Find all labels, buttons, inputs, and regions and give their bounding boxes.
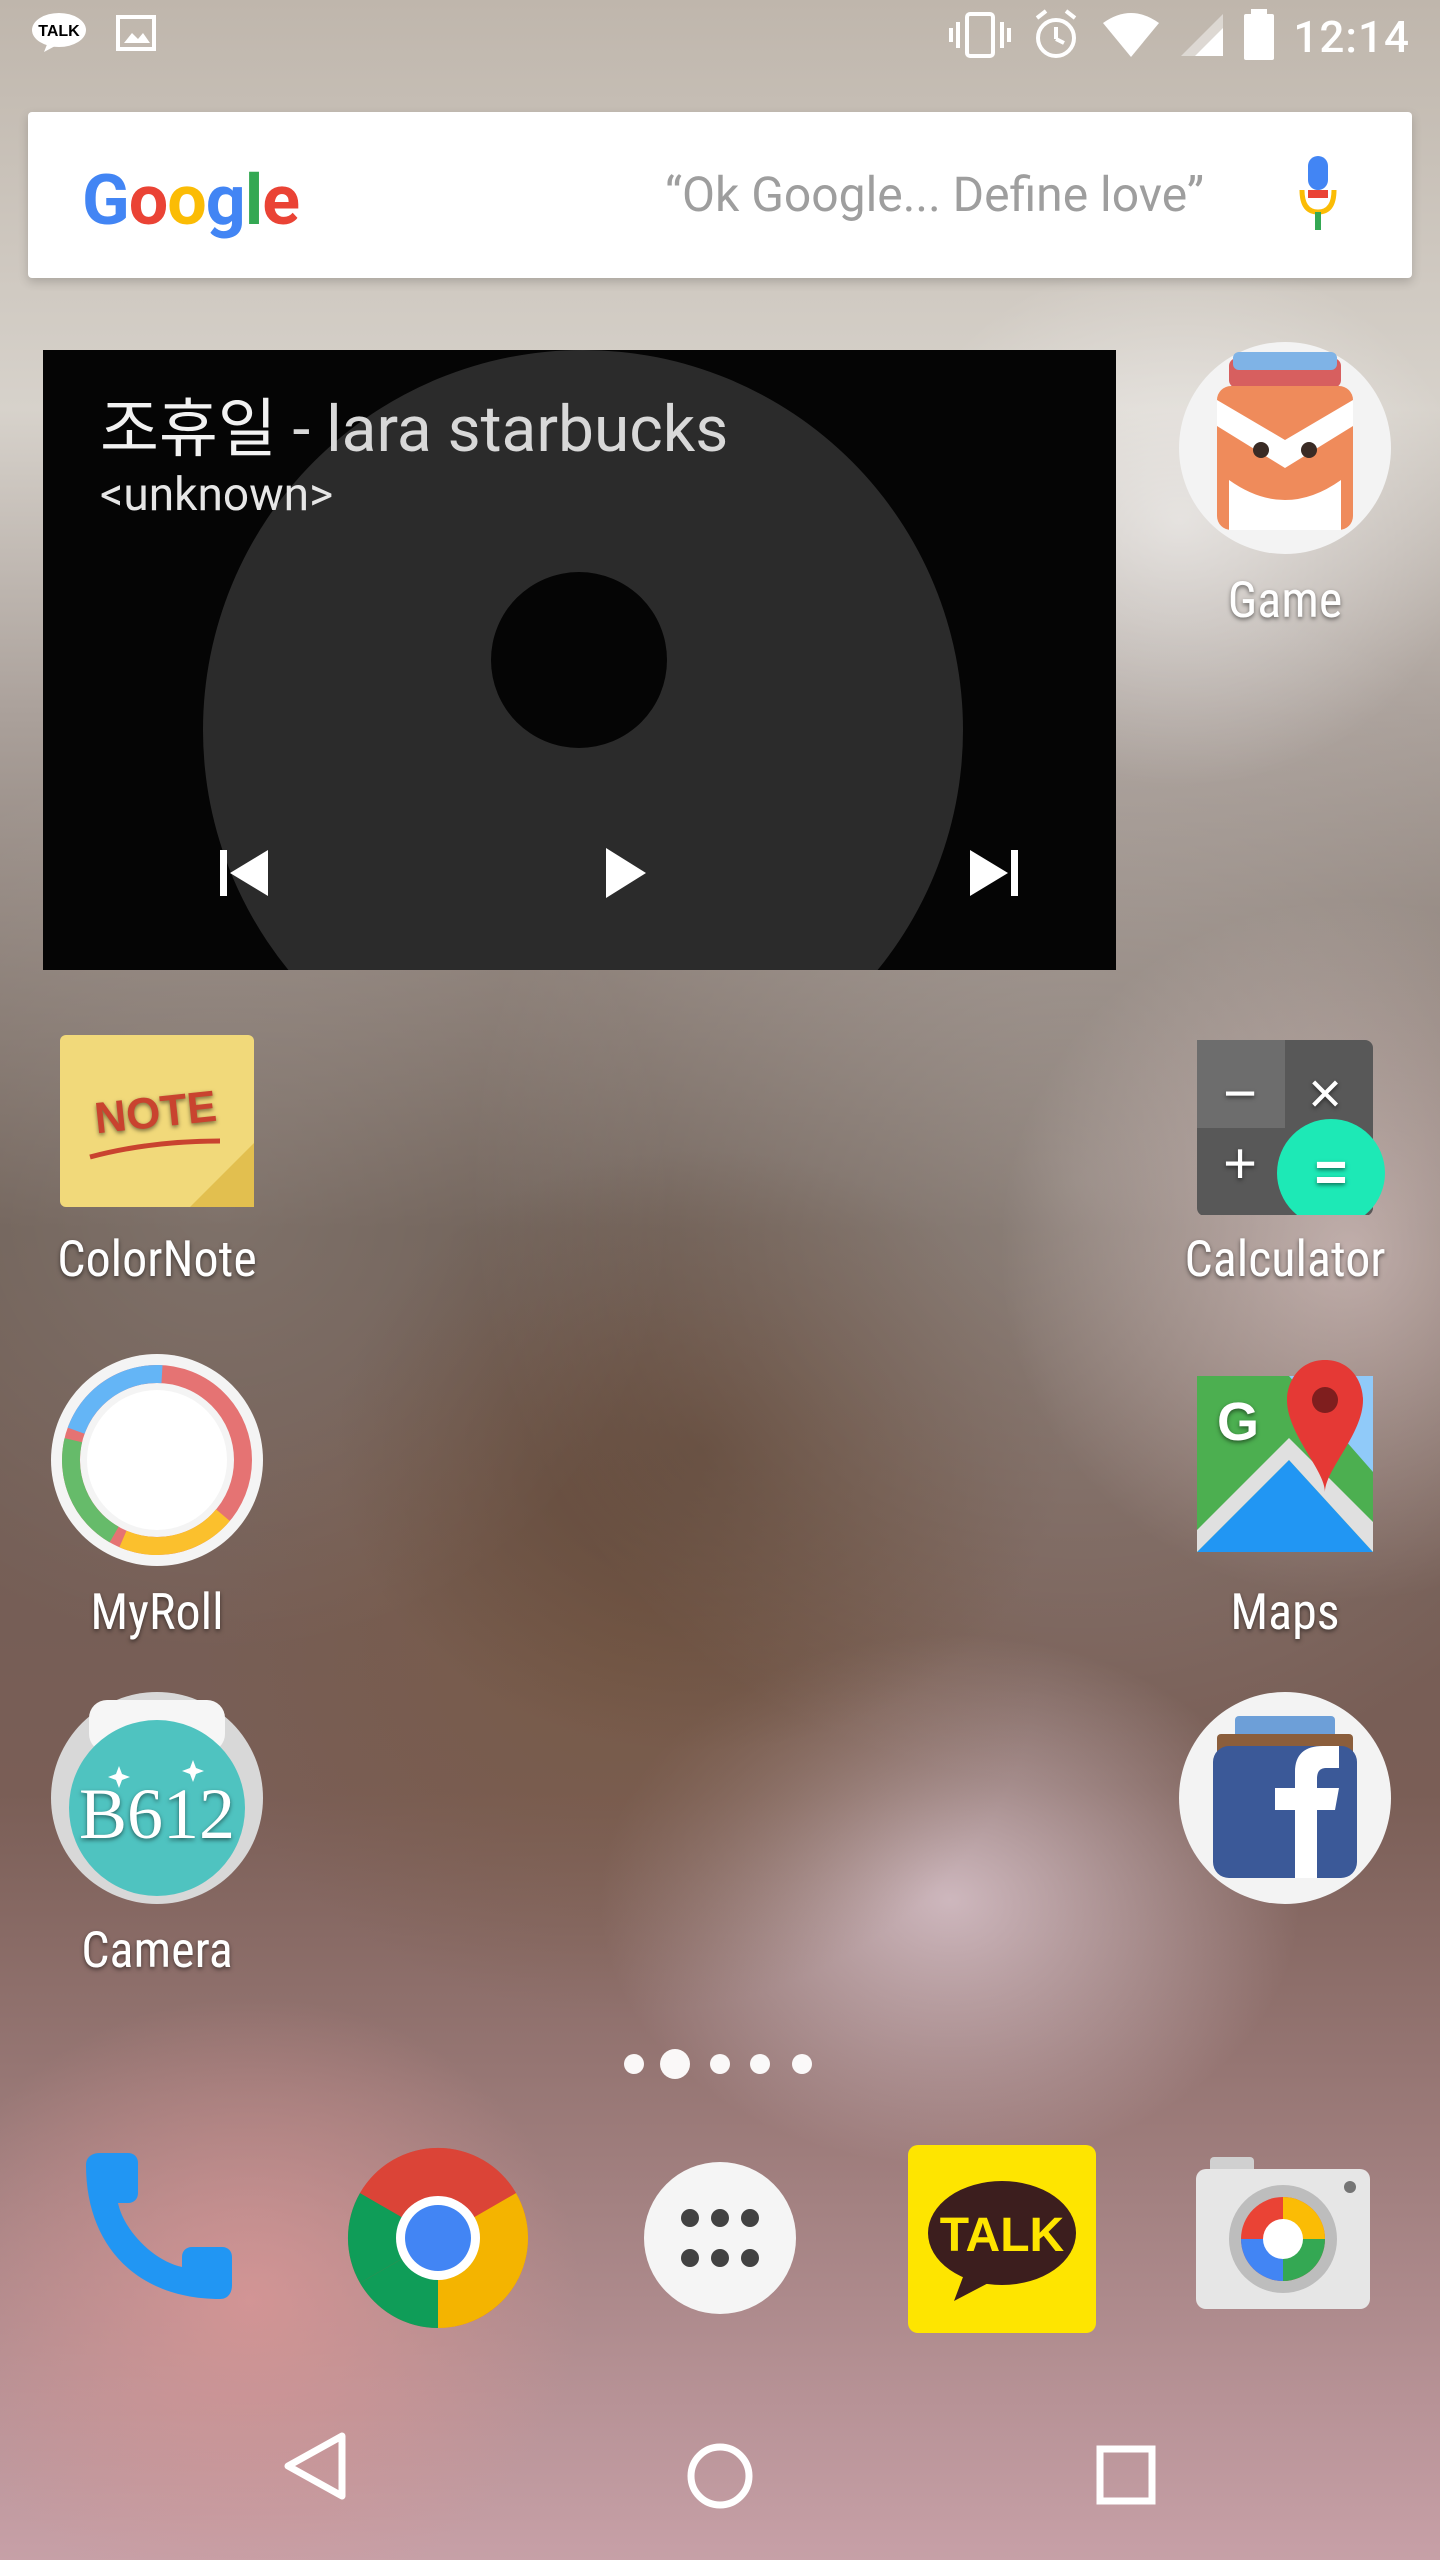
app-label-game: Game xyxy=(1227,572,1343,630)
song-title: 조휴일 xyxy=(100,392,277,467)
app-calculator[interactable]: − × + = Calculator xyxy=(1175,1025,1395,1289)
previous-track-button[interactable] xyxy=(210,838,280,908)
skip-next-icon xyxy=(970,850,1018,896)
song-title-line: 조휴일 - lara starbucks xyxy=(100,378,728,470)
status-right: 12:14 xyxy=(949,8,1410,66)
alarm-icon xyxy=(1029,8,1083,66)
b612-camera-icon: B612 xyxy=(49,1690,265,1906)
app-drawer-icon xyxy=(644,2162,796,2314)
wifi-icon xyxy=(1101,11,1161,63)
recents-icon xyxy=(1096,2445,1156,2505)
play-icon xyxy=(606,848,646,898)
next-track-button[interactable] xyxy=(958,838,1028,908)
app-game[interactable]: Game xyxy=(1175,340,1395,630)
svg-text:TALK: TALK xyxy=(38,23,80,40)
app-label-myroll: MyRoll xyxy=(90,1584,224,1642)
page-dot-5[interactable] xyxy=(792,2054,812,2074)
app-camera[interactable]: B612 Camera xyxy=(47,1690,267,1980)
page-dot-1[interactable] xyxy=(624,2054,644,2074)
note-icon: NOTE xyxy=(52,1025,262,1215)
status-clock: 12:14 xyxy=(1293,11,1410,63)
page-dot-3[interactable] xyxy=(710,2054,730,2074)
dock-app-drawer[interactable] xyxy=(642,2160,798,2320)
vibrate-icon xyxy=(949,10,1012,64)
app-label-maps: Maps xyxy=(1230,1584,1340,1642)
status-left: TALK xyxy=(30,12,156,58)
app-myroll[interactable]: MyRoll xyxy=(47,1352,267,1642)
nav-home-button[interactable] xyxy=(686,2442,754,2514)
svg-text:−: − xyxy=(1223,1061,1257,1126)
song-artist: - lara starbucks xyxy=(276,392,729,467)
calculator-icon: − × + = xyxy=(1177,1025,1393,1227)
google-search-bar[interactable]: Google “Ok Google... Define love” xyxy=(28,112,1412,278)
dock-google-camera[interactable] xyxy=(1190,2145,1376,2335)
talk-notification-icon: TALK xyxy=(30,12,88,58)
nav-recents-button[interactable] xyxy=(1096,2445,1156,2509)
app-colornote[interactable]: NOTE ColorNote xyxy=(47,1025,267,1289)
nav-back-button[interactable] xyxy=(282,2430,348,2506)
kakaotalk-icon: TALK xyxy=(908,2145,1096,2333)
svg-text:TALK: TALK xyxy=(940,2209,1065,2262)
dock-chrome[interactable] xyxy=(345,2145,531,2335)
myroll-icon xyxy=(49,1352,265,1568)
maps-icon: G xyxy=(1177,1352,1393,1568)
chrome-icon xyxy=(347,2147,529,2328)
page-dot-2-active[interactable] xyxy=(660,2049,690,2079)
svg-text:=: = xyxy=(1315,1140,1348,1203)
disc-hole xyxy=(491,572,667,748)
search-hint: “Ok Google... Define love” xyxy=(665,166,1204,223)
album-label: <unknown> xyxy=(100,468,334,522)
app-facebook[interactable] xyxy=(1175,1690,1395,1922)
back-icon xyxy=(284,2432,346,2500)
skip-previous-icon xyxy=(220,850,268,896)
facebook-icon xyxy=(1177,1690,1393,1906)
dock-phone[interactable] xyxy=(72,2145,242,2319)
google-logo: Google xyxy=(82,160,300,242)
svg-text:+: + xyxy=(1223,1131,1257,1196)
home-icon xyxy=(687,2443,753,2509)
music-controls xyxy=(43,838,1116,934)
mic-icon[interactable] xyxy=(1296,156,1340,240)
app-label-calculator: Calculator xyxy=(1184,1231,1386,1289)
svg-text:G: G xyxy=(1217,1392,1259,1452)
signal-icon xyxy=(1179,12,1225,62)
image-notification-icon xyxy=(116,13,156,57)
play-button[interactable] xyxy=(590,838,660,908)
app-label-camera: Camera xyxy=(81,1922,233,1980)
app-maps[interactable]: G Maps xyxy=(1175,1352,1395,1642)
game-icon xyxy=(1177,340,1393,556)
battery-icon xyxy=(1243,9,1275,65)
dock-kakaotalk[interactable]: TALK xyxy=(908,2145,1096,2337)
google-camera-icon xyxy=(1196,2157,1370,2309)
svg-text:B612: B612 xyxy=(79,1774,235,1854)
phone-icon xyxy=(86,2153,232,2299)
page-dot-4[interactable] xyxy=(750,2054,770,2074)
svg-text:×: × xyxy=(1308,1061,1342,1126)
app-label-colornote: ColorNote xyxy=(57,1231,257,1289)
status-bar: TALK 12:14 xyxy=(0,0,1440,82)
music-widget[interactable]: 조휴일 - lara starbucks <unknown> xyxy=(43,350,1116,970)
